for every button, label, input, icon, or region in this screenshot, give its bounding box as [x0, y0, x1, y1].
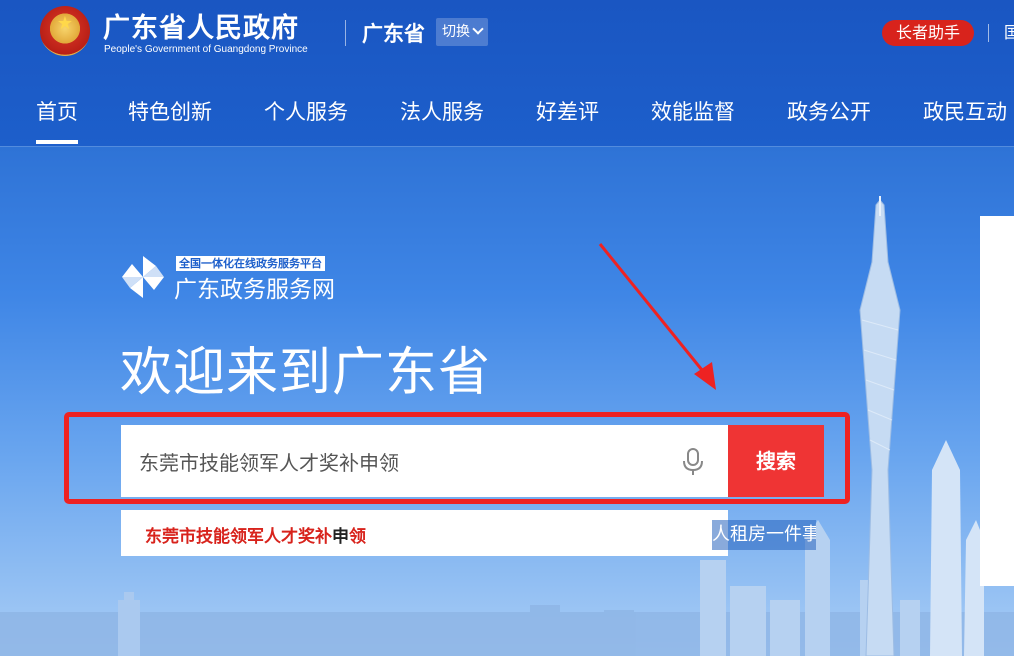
nav-public-interaction[interactable]: 政民互动 [923, 96, 1007, 144]
microphone-icon[interactable] [680, 447, 706, 477]
suggestion-match-text: 领 [349, 527, 366, 547]
chevron-down-icon [472, 23, 484, 35]
current-region: 广东省 [362, 22, 425, 46]
search-button[interactable]: 搜索 [728, 425, 824, 497]
nav-corporate-services[interactable]: 法人服务 [400, 96, 484, 144]
elder-assistant-button[interactable]: 长者助手 [882, 20, 974, 46]
site-title[interactable]: 广东省人民政府 [103, 6, 299, 45]
platform-badge: 全国一体化在线政务服务平台 [176, 256, 325, 271]
pinwheel-logo-icon [122, 256, 164, 298]
header-link-clipped[interactable]: 国 [1004, 20, 1014, 46]
nav-service-rating[interactable]: 好差评 [536, 96, 599, 144]
search-input[interactable] [121, 425, 728, 497]
site-subtitle: People's Government of Guangdong Provinc… [104, 44, 308, 55]
nav-efficiency-supervision[interactable]: 效能监督 [651, 96, 735, 144]
header-divider [345, 20, 346, 46]
nav-home[interactable]: 首页 [36, 96, 78, 144]
platform-name: 广东政务服务网 [174, 277, 335, 303]
national-emblem-icon: ★ [40, 6, 90, 56]
header-separator [988, 24, 989, 42]
nav-personal-services[interactable]: 个人服务 [264, 96, 348, 144]
suggestion-match-text: 东莞市技能领军人才奖补 [145, 527, 332, 547]
suggestion-plain-text: 申 [332, 527, 349, 547]
main-nav: 首页 特色创新 个人服务 法人服务 好差评 效能监督 政务公开 政民互动 [0, 84, 1014, 147]
site-header: ★ 广东省人民政府 People's Government of Guangdo… [0, 0, 1014, 147]
hot-service-link[interactable]: 人租房一件事 [712, 520, 816, 550]
side-panel [980, 216, 1014, 586]
suggestion-item[interactable]: 东莞市技能领军人才奖补申领 [145, 522, 366, 547]
search-suggestions: 东莞市技能领军人才奖补申领 [121, 510, 728, 556]
region-switch-label: 切换 [442, 24, 470, 40]
welcome-heading: 欢迎来到广东省 [120, 343, 492, 403]
nav-featured-innovation[interactable]: 特色创新 [128, 96, 212, 144]
region-switch-button[interactable]: 切换 [436, 18, 488, 46]
nav-government-affairs[interactable]: 政务公开 [787, 96, 871, 144]
